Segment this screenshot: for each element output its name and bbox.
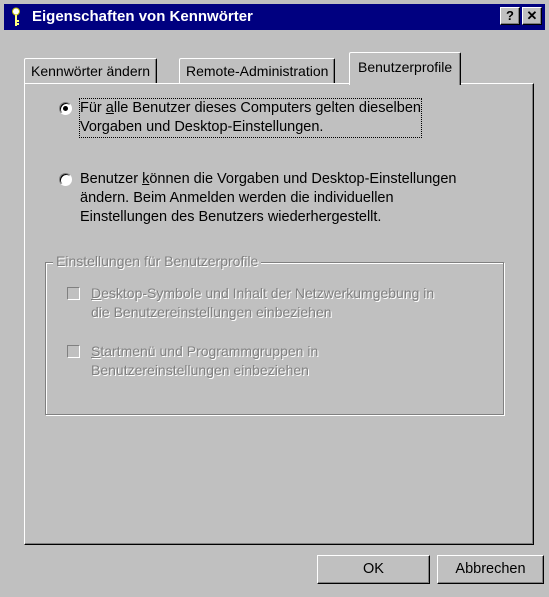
checkbox-startmenu-programs-line1: Startmenü und Programmgruppen in — [91, 342, 318, 361]
access-key: a — [105, 100, 114, 116]
checkbox-desktop-network-line1: Desktop-Symbole und Inhalt der Netzwerku… — [91, 284, 434, 303]
label-text: tartmenü und Programmgruppen in — [100, 343, 319, 359]
radio-same-settings-line2: Vorgaben und Desktop-Einstellungen. — [80, 119, 324, 135]
label-text: Für — [80, 100, 106, 116]
label-text: Benutzer — [80, 171, 143, 187]
checkbox-desktop-network[interactable] — [67, 287, 80, 300]
cancel-button-label: Abbrechen — [455, 561, 526, 577]
checkbox-desktop-network-line2: die Benutzereinstellungen einbeziehen — [91, 304, 332, 320]
close-button[interactable]: ✕ — [522, 7, 542, 25]
radio-individual-settings-line1: Benutzer können die Vorgaben und Desktop… — [80, 170, 456, 189]
access-key: D — [91, 285, 102, 301]
radio-individual-settings-line3: Einstellungen des Benutzers wiederherges… — [80, 209, 382, 225]
checkbox-startmenu-programs-label[interactable]: Startmenü und Programmgruppen in Benutze… — [91, 342, 318, 380]
access-key: S — [91, 343, 101, 359]
radio-individual-settings-label[interactable]: Benutzer können die Vorgaben und Desktop… — [80, 170, 456, 227]
window-title: Eigenschaften von Kennwörter — [32, 8, 253, 25]
checkbox-startmenu-programs-line2: Benutzereinstellungen einbeziehen — [91, 362, 309, 378]
properties-dialog: Eigenschaften von Kennwörter ? ✕ Kennwör… — [0, 0, 549, 597]
cancel-button[interactable]: Abbrechen — [437, 555, 544, 584]
tab-label: Kennwörter ändern — [31, 63, 151, 79]
checkbox-startmenu-programs[interactable] — [67, 345, 80, 358]
tab-label: Remote-Administration — [186, 63, 329, 79]
ok-button[interactable]: OK — [317, 555, 430, 584]
key-icon — [12, 7, 20, 26]
help-button[interactable]: ? — [500, 7, 520, 25]
tab-label: Benutzerprofile — [358, 59, 453, 75]
label-text: önnen die Vorgaben und Desktop-Einstellu… — [149, 171, 457, 187]
radio-same-settings[interactable] — [59, 102, 72, 115]
radio-individual-settings[interactable] — [59, 173, 72, 186]
radio-individual-settings-line2: ändern. Beim Anmelden werden die individ… — [80, 190, 394, 206]
help-icon: ? — [506, 8, 514, 23]
close-icon: ✕ — [526, 8, 538, 23]
tab-benutzerprofile[interactable]: Benutzerprofile — [349, 52, 462, 85]
profile-settings-group-label: Einstellungen für Benutzerprofile — [53, 253, 262, 269]
checkbox-desktop-network-label[interactable]: Desktop-Symbole und Inhalt der Netzwerku… — [91, 284, 434, 322]
tab-kennwoerter-aendern[interactable]: Kennwörter ändern — [24, 58, 158, 84]
label-text: esktop-Symbole und Inhalt der Netzwerkum… — [101, 285, 435, 301]
tab-remote-administration[interactable]: Remote-Administration — [179, 58, 336, 84]
title-bar[interactable]: Eigenschaften von Kennwörter ? ✕ — [4, 4, 545, 30]
radio-same-settings-line1: Für alle Benutzer dieses Computers gelte… — [80, 99, 421, 118]
radio-selected-dot — [63, 106, 68, 111]
ok-button-label: OK — [363, 561, 384, 577]
label-text: lle Benutzer dieses Computers gelten die… — [113, 100, 421, 116]
radio-same-settings-label[interactable]: Für alle Benutzer dieses Computers gelte… — [79, 98, 422, 138]
